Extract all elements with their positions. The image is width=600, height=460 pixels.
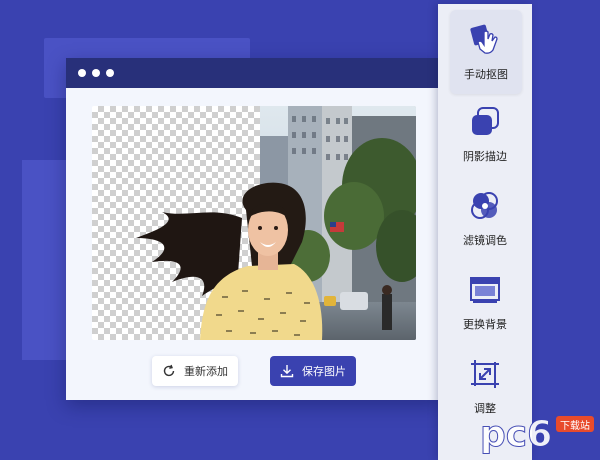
tool-label: 更换背景 — [463, 318, 507, 331]
app-window: 重新添加 保存图片 — [66, 58, 442, 400]
image-canvas[interactable] — [92, 106, 416, 340]
shadow-outline-icon — [472, 107, 499, 135]
download-icon — [280, 365, 294, 378]
cutout-photo — [136, 106, 416, 340]
window-titlebar — [66, 58, 442, 88]
readd-label: 重新添加 — [184, 365, 228, 378]
tool-hand-cutout[interactable]: 手动抠图 — [450, 10, 522, 94]
change-background-icon — [470, 277, 500, 303]
resize-icon — [471, 360, 499, 388]
watermark-tag: 下载站 — [556, 416, 594, 432]
window-dot-icon[interactable] — [106, 69, 114, 77]
tool-filter-color[interactable]: 滤镜调色 — [438, 176, 532, 260]
window-dot-icon[interactable] — [78, 69, 86, 77]
tool-shadow-outline[interactable]: 阴影描边 — [438, 92, 532, 176]
tool-label: 手动抠图 — [464, 68, 508, 81]
tool-label: 阴影描边 — [463, 150, 507, 163]
svg-text:pc6: pc6 — [480, 414, 552, 455]
readd-button[interactable]: 重新添加 — [152, 356, 238, 386]
filter-color-icon — [471, 192, 498, 219]
decorative-side-panel — [22, 160, 72, 360]
tool-label: 滤镜调色 — [463, 234, 507, 247]
save-image-label: 保存图片 — [302, 365, 346, 378]
refresh-icon — [163, 364, 175, 377]
hand-cutout-icon — [470, 24, 498, 54]
save-image-button[interactable]: 保存图片 — [270, 356, 356, 386]
tool-panel: 手动抠图 阴影描边 滤镜调色 更换背景 调整 — [438, 4, 532, 460]
tool-change-background[interactable]: 更换背景 — [438, 260, 532, 344]
window-dot-icon[interactable] — [92, 69, 100, 77]
